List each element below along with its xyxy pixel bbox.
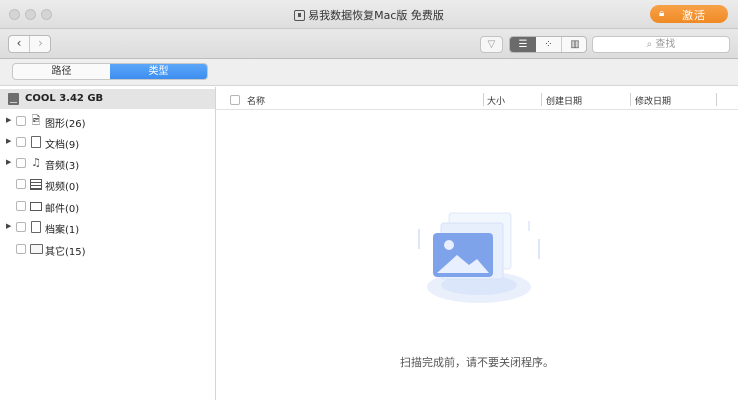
search-placeholder: 查找: [655, 39, 676, 50]
list-view-button[interactable]: ☰: [510, 37, 536, 52]
scan-status-message: 扫描完成前，请不要关闭程序。: [400, 356, 554, 369]
checkbox[interactable]: [16, 244, 26, 254]
film-icon: [30, 179, 42, 190]
music-note-icon: ♫: [31, 156, 41, 169]
drive-label: COOL 3.42 GB: [25, 93, 104, 104]
expand-arrow-icon[interactable]: ▶: [6, 137, 11, 145]
filter-button[interactable]: ▽: [480, 36, 503, 53]
filter-icon: ▽: [487, 39, 496, 50]
image-file-icon: 🖻︎: [31, 114, 41, 127]
checkbox[interactable]: [16, 116, 26, 126]
sidebar-item-label: 视频(0): [45, 182, 80, 193]
checkbox[interactable]: [16, 179, 26, 189]
app-icon: [294, 10, 306, 21]
document-icon: [31, 136, 41, 148]
mail-icon: [30, 202, 42, 211]
column-name-header[interactable]: 名称: [247, 94, 265, 107]
folder-icon: [30, 244, 43, 254]
sidebar-item-label: 邮件(0): [45, 204, 80, 215]
file-list-panel: 名称 大小 创建日期 修改日期 扫描完成前，请不要关闭程序。: [216, 87, 738, 400]
scanning-illustration: [418, 212, 540, 303]
activate-button[interactable]: 🔒︎ 激活: [650, 5, 728, 23]
view-mode-group: ☰ ⁘ ▥: [509, 36, 587, 53]
back-button[interactable]: ‹: [9, 36, 30, 52]
sidebar-item-label: 档案(1): [45, 225, 80, 236]
window-title-text: 易我数据恢复Mac版 免费版: [308, 9, 444, 22]
column-created-header[interactable]: 创建日期: [546, 94, 582, 107]
sidebar: COOL 3.42 GB ▶ 🖻︎ 图形(26) ▶ 文档(9) ▶ ♫ 音频(…: [0, 87, 216, 400]
sidebar-item-other[interactable]: 其它(15): [0, 239, 215, 260]
sidebar-item-label: 文档(9): [45, 140, 80, 151]
sidebar-item-audio[interactable]: ▶ ♫ 音频(3): [0, 153, 215, 174]
archive-icon: [31, 221, 41, 233]
path-type-segmented-control: 路径 类型: [12, 63, 208, 80]
forward-button[interactable]: ›: [30, 36, 51, 52]
tab-path[interactable]: 路径: [13, 64, 110, 79]
search-icon: ⌕: [646, 39, 653, 50]
sidebar-item-mail[interactable]: 邮件(0): [0, 196, 215, 217]
sidebar-item-video[interactable]: 视频(0): [0, 174, 215, 195]
sidebar-item-label: 其它(15): [45, 247, 86, 258]
expand-arrow-icon[interactable]: ▶: [6, 116, 11, 124]
drive-icon: [8, 93, 19, 105]
select-all-checkbox[interactable]: [230, 95, 240, 105]
column-divider[interactable]: [483, 93, 484, 106]
lock-icon: 🔒︎: [659, 8, 665, 19]
sidebar-item-documents[interactable]: ▶ 文档(9): [0, 132, 215, 153]
column-size-header[interactable]: 大小: [487, 94, 505, 107]
column-modified-header[interactable]: 修改日期: [635, 94, 671, 107]
expand-arrow-icon[interactable]: ▶: [6, 158, 11, 166]
toolbar: ‹ › ▽ ☰ ⁘ ▥ ⌕ 查找: [0, 29, 738, 59]
search-input[interactable]: ⌕ 查找: [592, 36, 730, 53]
activate-label: 激活: [682, 9, 706, 22]
checkbox[interactable]: [16, 137, 26, 147]
column-divider[interactable]: [541, 93, 542, 106]
sidebar-item-label: 图形(26): [45, 119, 86, 130]
column-header-row: 名称 大小 创建日期 修改日期: [216, 89, 738, 110]
columns-icon: ▥: [570, 39, 580, 50]
view-segment-row: 路径 类型: [0, 59, 738, 86]
checkbox[interactable]: [16, 201, 26, 211]
column-divider[interactable]: [630, 93, 631, 106]
expand-arrow-icon[interactable]: ▶: [6, 222, 11, 230]
drive-item[interactable]: COOL 3.42 GB: [0, 89, 215, 109]
grid-view-button[interactable]: ⁘: [536, 37, 562, 52]
illustration-sun: [444, 240, 454, 250]
tab-type[interactable]: 类型: [110, 64, 207, 79]
window-title: 易我数据恢复Mac版 免费版: [0, 7, 738, 23]
list-icon: ☰: [518, 39, 528, 50]
title-bar: 易我数据恢复Mac版 免费版 🔒︎ 激活: [0, 0, 738, 29]
column-divider[interactable]: [716, 93, 717, 106]
navigation-group: ‹ ›: [8, 35, 51, 53]
grid-icon: ⁘: [544, 39, 553, 50]
checkbox[interactable]: [16, 158, 26, 168]
sidebar-item-label: 音频(3): [45, 161, 80, 172]
column-view-button[interactable]: ▥: [562, 37, 586, 52]
sidebar-item-archives[interactable]: ▶ 档案(1): [0, 217, 215, 238]
checkbox[interactable]: [16, 222, 26, 232]
sidebar-item-images[interactable]: ▶ 🖻︎ 图形(26): [0, 111, 215, 132]
